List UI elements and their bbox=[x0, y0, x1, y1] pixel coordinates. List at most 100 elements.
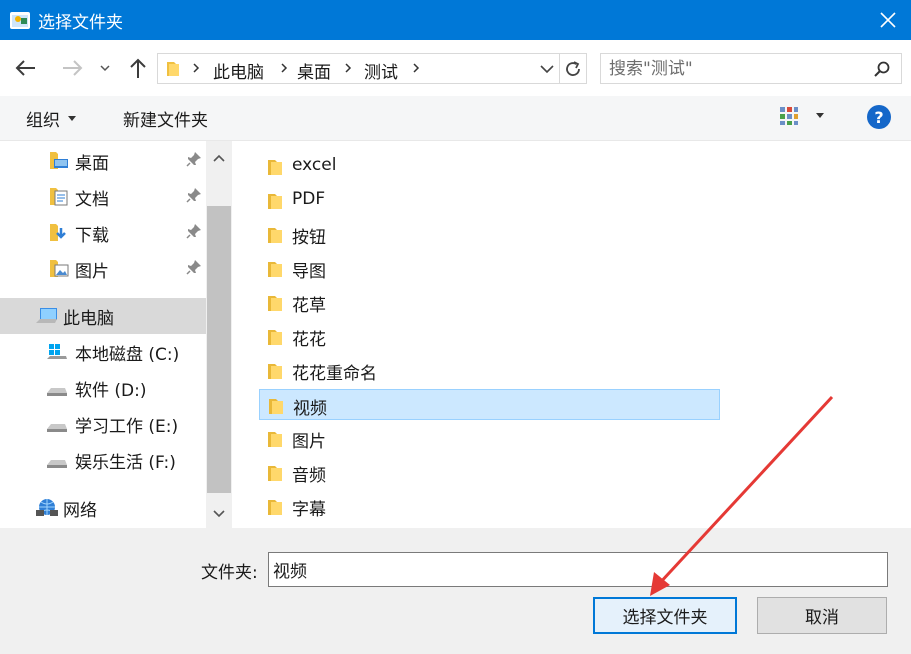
folder-icon bbox=[267, 328, 283, 351]
sidebar-item-label: 软件 (D:) bbox=[75, 380, 147, 401]
chevron-right-icon bbox=[280, 60, 288, 79]
folder-row-label: 花花 bbox=[292, 330, 326, 350]
sidebar-item-pictures[interactable]: 图片 bbox=[0, 251, 206, 287]
address-bar[interactable]: 此电脑 桌面 测试 bbox=[157, 53, 587, 84]
downloads-folder-icon bbox=[48, 223, 68, 243]
folder-icon bbox=[267, 362, 283, 385]
folder-row-label: 音频 bbox=[292, 466, 326, 486]
folder-row[interactable]: 字幕 bbox=[259, 491, 720, 522]
folder-row-label: 按钮 bbox=[292, 228, 326, 248]
folder-icon bbox=[267, 464, 283, 487]
folder-row[interactable]: 音频 bbox=[259, 457, 720, 488]
folder-row[interactable]: 图片 bbox=[259, 423, 720, 454]
pictures-folder-icon bbox=[48, 259, 69, 279]
new-folder-label: 新建文件夹 bbox=[123, 111, 208, 131]
chevron-right-icon bbox=[192, 60, 200, 79]
folder-row-label: 字幕 bbox=[292, 500, 326, 520]
folder-icon bbox=[267, 260, 283, 283]
chevron-down-icon bbox=[100, 65, 110, 72]
refresh-icon bbox=[566, 60, 580, 76]
sidebar-item-label: 网络 bbox=[63, 500, 97, 521]
close-icon bbox=[880, 12, 896, 28]
forward-button[interactable] bbox=[59, 55, 85, 81]
sidebar-item-label: 本地磁盘 (C:) bbox=[75, 344, 180, 365]
view-grid-icon bbox=[780, 107, 798, 125]
search-icon[interactable] bbox=[873, 60, 891, 82]
arrow-right-icon bbox=[63, 60, 83, 76]
sidebar-item-drive-f[interactable]: 娱乐生活 (F:) bbox=[0, 442, 206, 478]
organize-label: 组织 bbox=[26, 111, 60, 131]
folder-row[interactable]: 视频 bbox=[259, 389, 720, 420]
scrollbar-thumb[interactable] bbox=[207, 206, 231, 493]
close-button[interactable] bbox=[865, 0, 911, 40]
pin-icon[interactable] bbox=[186, 223, 202, 244]
refresh-button[interactable] bbox=[559, 53, 587, 84]
sidebar-item-drive-e[interactable]: 学习工作 (E:) bbox=[0, 406, 206, 442]
sidebar-item-desktop[interactable]: 桌面 bbox=[0, 143, 206, 179]
folder-row-label: PDF bbox=[292, 189, 326, 209]
folder-icon bbox=[267, 430, 283, 453]
drive-icon bbox=[46, 451, 67, 471]
cancel-button[interactable]: 取消 bbox=[757, 597, 887, 634]
change-view-button[interactable] bbox=[778, 105, 824, 127]
folder-name-input[interactable] bbox=[268, 552, 888, 587]
sidebar-item-label: 桌面 bbox=[75, 153, 109, 174]
title-bar: 选择文件夹 bbox=[0, 0, 911, 40]
folder-row[interactable]: 花花重命名 bbox=[259, 355, 720, 386]
documents-folder-icon bbox=[48, 187, 68, 207]
address-history-button[interactable] bbox=[536, 53, 558, 84]
folder-row[interactable]: PDF bbox=[259, 185, 720, 216]
sidebar-item-label: 下载 bbox=[75, 225, 109, 246]
sidebar-item-label: 图片 bbox=[75, 261, 109, 282]
folder-row[interactable]: 花草 bbox=[259, 287, 720, 318]
folder-icon bbox=[267, 192, 283, 215]
folder-name-label: 文件夹: bbox=[201, 563, 258, 583]
chevron-right-icon bbox=[344, 60, 352, 79]
folder-icon bbox=[268, 397, 284, 420]
search-box[interactable] bbox=[600, 53, 902, 84]
sidebar-scrollbar[interactable] bbox=[206, 141, 232, 528]
select-folder-dialog: 选择文件夹 此电脑 桌面 测试 搜索"测试" 组织 新建文件夹 ? 桌面 文档 … bbox=[0, 0, 911, 654]
pin-icon[interactable] bbox=[186, 259, 202, 280]
window-title: 选择文件夹 bbox=[38, 12, 123, 33]
sidebar-item-network[interactable]: 网络 bbox=[0, 490, 206, 526]
pin-icon[interactable] bbox=[186, 187, 202, 208]
scroll-down-arrow-icon[interactable] bbox=[212, 507, 226, 521]
chevron-right-icon bbox=[412, 60, 420, 79]
breadcrumb-test[interactable]: 测试 bbox=[364, 58, 398, 83]
folder-icon bbox=[267, 294, 283, 317]
folder-row-label: 导图 bbox=[292, 262, 326, 282]
folder-icon bbox=[166, 60, 180, 82]
windows-drive-icon bbox=[46, 343, 67, 363]
arrow-left-icon bbox=[15, 60, 35, 76]
folder-row[interactable]: excel bbox=[259, 151, 720, 182]
breadcrumb-this-pc[interactable]: 此电脑 bbox=[213, 58, 264, 83]
sidebar-item-this-pc[interactable]: 此电脑 bbox=[0, 298, 206, 334]
sidebar-item-label: 娱乐生活 (F:) bbox=[75, 452, 176, 473]
up-button[interactable] bbox=[125, 55, 151, 81]
app-icon bbox=[9, 9, 31, 31]
sidebar-item-documents[interactable]: 文档 bbox=[0, 179, 206, 215]
drive-icon bbox=[46, 415, 67, 435]
drive-icon bbox=[46, 379, 67, 399]
help-button[interactable]: ? bbox=[867, 105, 891, 129]
chevron-down-icon bbox=[540, 64, 554, 73]
folder-row[interactable]: 花花 bbox=[259, 321, 720, 352]
this-pc-icon bbox=[35, 306, 57, 326]
pin-icon[interactable] bbox=[186, 151, 202, 172]
new-folder-button[interactable]: 新建文件夹 bbox=[123, 106, 208, 131]
sidebar-item-drive-c[interactable]: 本地磁盘 (C:) bbox=[0, 334, 206, 370]
desktop-folder-icon bbox=[48, 151, 68, 171]
sidebar-item-drive-d[interactable]: 软件 (D:) bbox=[0, 370, 206, 406]
navigation-pane: 桌面 文档 下载 图片 此电脑 本地磁盘 (C:) 软件 (D:) 学习工作 (… bbox=[0, 141, 232, 528]
search-input[interactable] bbox=[609, 57, 859, 81]
select-folder-button[interactable]: 选择文件夹 bbox=[593, 597, 737, 634]
scroll-up-arrow-icon[interactable] bbox=[212, 151, 226, 165]
organize-menu[interactable]: 组织 bbox=[26, 106, 76, 131]
folder-row[interactable]: 按钮 bbox=[259, 219, 720, 250]
folder-row[interactable]: 导图 bbox=[259, 253, 720, 284]
recent-locations-button[interactable] bbox=[94, 55, 116, 81]
back-button[interactable] bbox=[13, 55, 39, 81]
sidebar-item-downloads[interactable]: 下载 bbox=[0, 215, 206, 251]
breadcrumb-desktop[interactable]: 桌面 bbox=[297, 58, 331, 83]
